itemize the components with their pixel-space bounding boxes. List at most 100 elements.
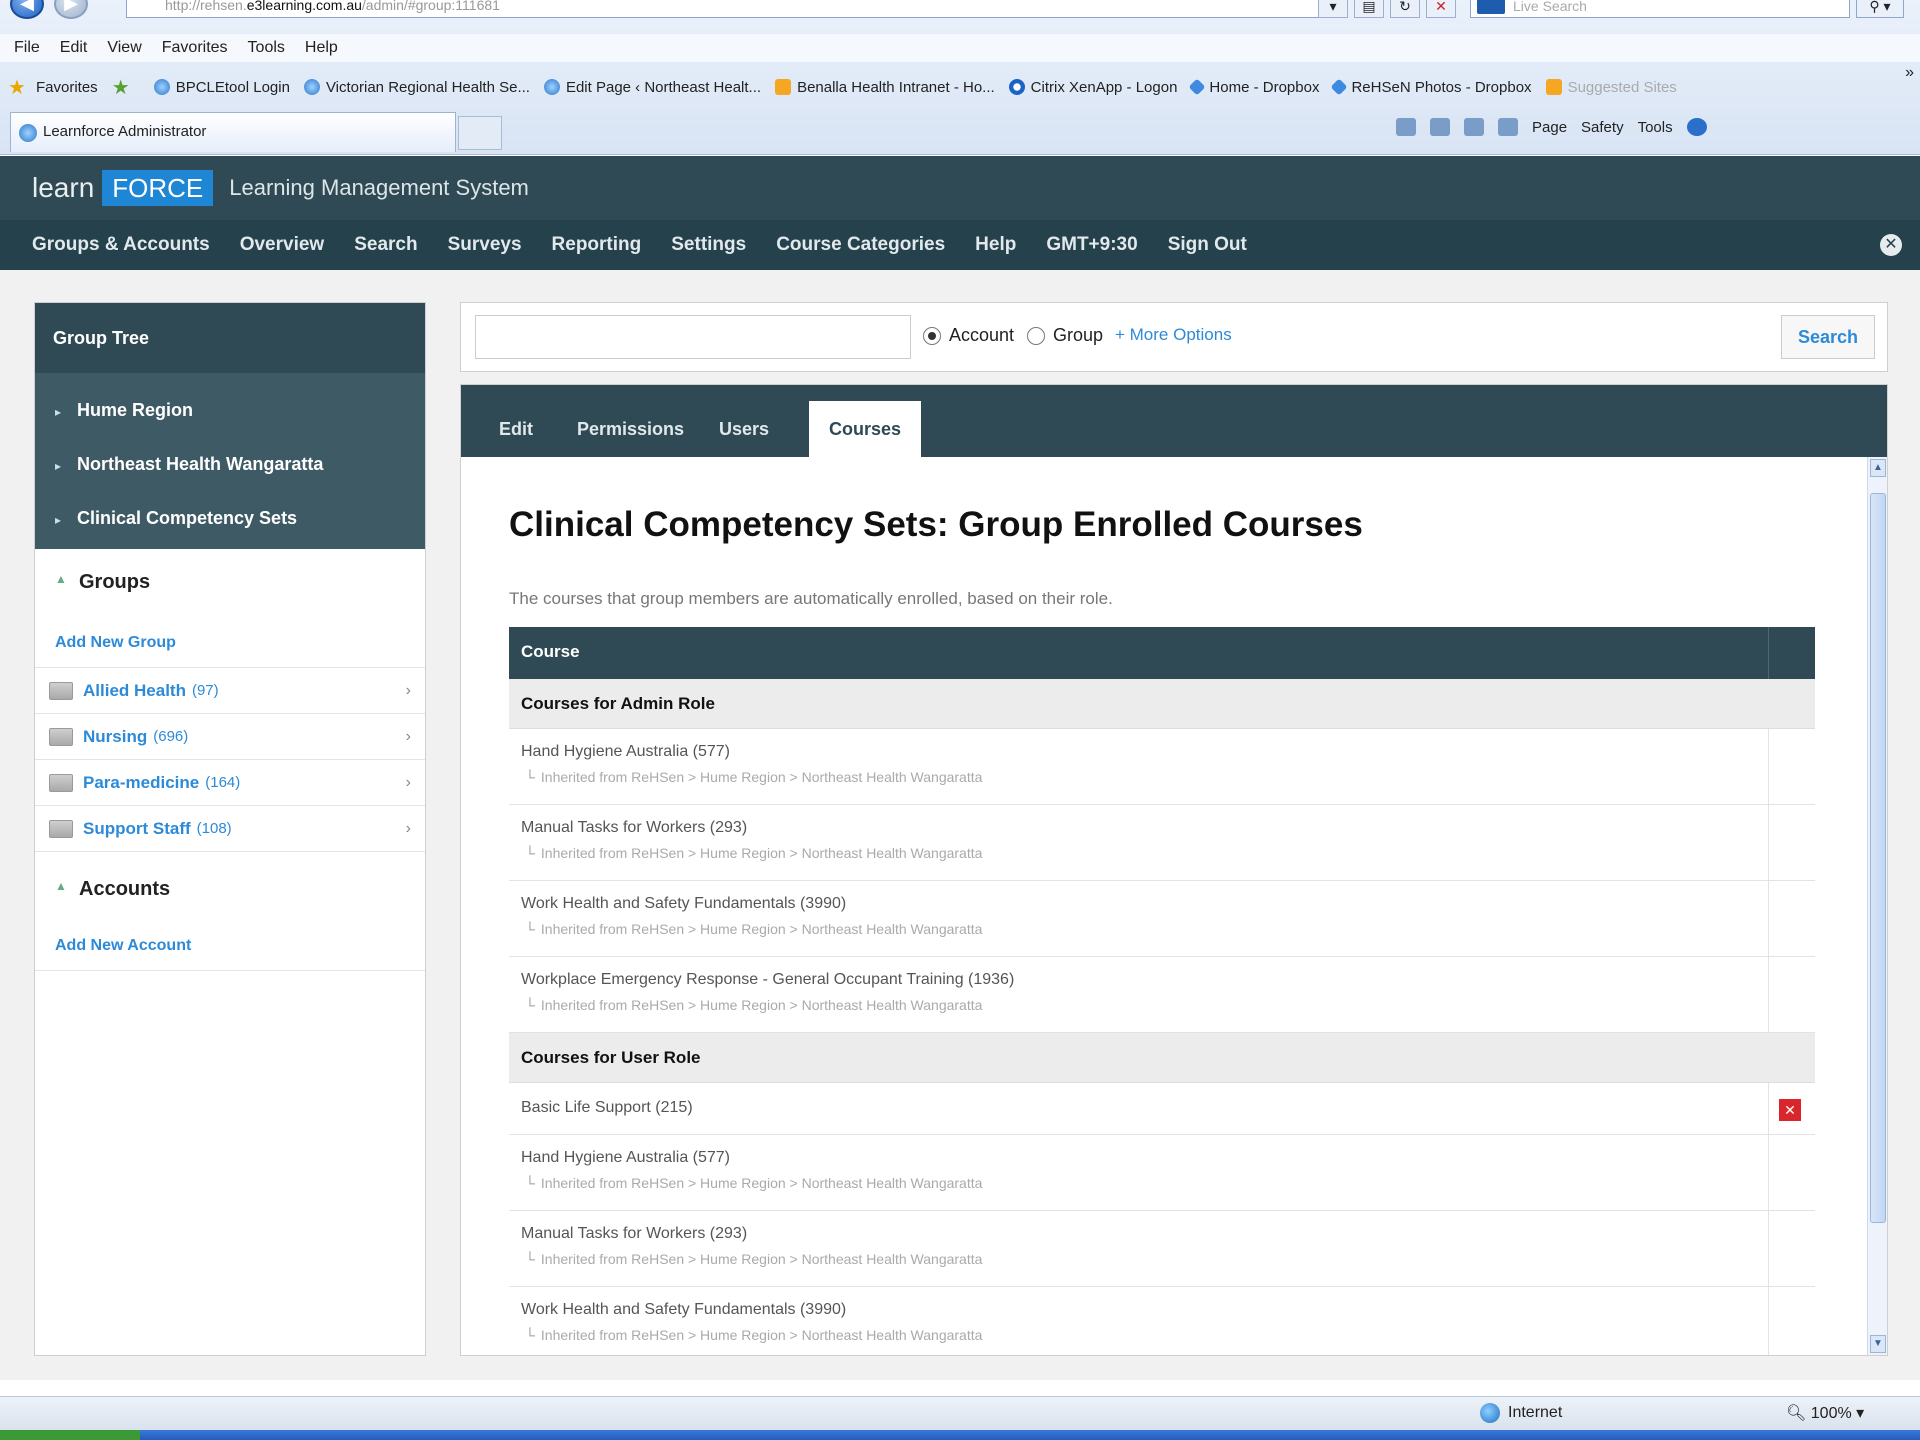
- favorite-link[interactable]: Victorian Regional Health Se...: [303, 78, 530, 96]
- close-icon[interactable]: ✕: [1880, 234, 1902, 256]
- tab-users[interactable]: Users: [699, 401, 789, 457]
- nav-timezone[interactable]: GMT+9:30: [1046, 234, 1137, 256]
- app-logo[interactable]: learn FORCE Learning Management System: [32, 170, 529, 206]
- chevron-down-icon: ▾: [1856, 1405, 1865, 1422]
- start-button[interactable]: [0, 1430, 140, 1440]
- search-input[interactable]: [475, 315, 911, 359]
- add-new-account-link[interactable]: Add New Account: [35, 922, 425, 970]
- ie-icon: [19, 124, 37, 142]
- new-tab-button[interactable]: [458, 116, 502, 150]
- back-button[interactable]: ◀: [10, 0, 44, 19]
- browser-tab-title: Learnforce Administrator: [43, 123, 207, 140]
- corner-icon: └: [525, 921, 535, 937]
- remove-course-button[interactable]: ✕: [1779, 1099, 1801, 1121]
- forward-button[interactable]: ▶: [54, 0, 88, 19]
- menu-file[interactable]: File: [14, 39, 40, 57]
- course-name: Work Health and Safety Fundamentals (399…: [521, 1301, 847, 1318]
- favorite-label: Victorian Regional Health Se...: [325, 78, 530, 96]
- scroll-up-icon[interactable]: ▲: [1870, 459, 1886, 477]
- nav-surveys[interactable]: Surveys: [448, 234, 522, 256]
- add-new-group-link[interactable]: Add New Group: [35, 619, 425, 667]
- favorite-link[interactable]: Benalla Health Intranet - Ho...: [775, 79, 995, 96]
- app-header: learn FORCE Learning Management System: [0, 156, 1920, 220]
- help-icon[interactable]: [1686, 118, 1707, 136]
- nav-sign-out[interactable]: Sign Out: [1168, 234, 1247, 256]
- favorites-button[interactable]: ★ Favorites: [8, 75, 98, 100]
- groups-heading: Groups: [79, 571, 151, 593]
- browser-tab[interactable]: Learnforce Administrator: [10, 112, 456, 152]
- nav-overview[interactable]: Overview: [240, 234, 325, 256]
- vertical-scrollbar[interactable]: ▲ ▼: [1867, 457, 1887, 1355]
- browser-chrome: ◀ ▶ http://rehsen.e3learning.com.au/admi…: [0, 0, 1920, 155]
- favorite-link[interactable]: Edit Page ‹ Northeast Healt...: [543, 79, 761, 96]
- tab-edit[interactable]: Edit: [479, 401, 553, 457]
- group-row-allied-health[interactable]: Allied Health (97) ›: [35, 667, 425, 713]
- nav-settings[interactable]: Settings: [671, 234, 746, 256]
- dropdown-icon[interactable]: ▾: [1318, 0, 1348, 18]
- tree-item-hume-region[interactable]: ▸ Hume Region: [35, 383, 425, 437]
- favorite-link[interactable]: Home - Dropbox: [1188, 78, 1319, 96]
- group-row-support-staff[interactable]: Support Staff (108) ›: [35, 805, 425, 851]
- scroll-thumb[interactable]: [1870, 493, 1886, 1223]
- group-row-nursing[interactable]: Nursing (696) ›: [35, 713, 425, 759]
- group-name: Allied Health: [83, 680, 186, 700]
- chevron-right-icon: ›: [405, 681, 411, 699]
- favorite-link[interactable]: ReHSeN Photos - Dropbox: [1330, 78, 1532, 96]
- content-panel: Edit Permissions Users Courses Clinical …: [460, 384, 1888, 1356]
- command-bar: Page Safety Tools: [1396, 118, 1707, 136]
- print-icon[interactable]: [1498, 118, 1518, 136]
- corner-icon: └: [525, 845, 535, 861]
- command-safety[interactable]: Safety: [1581, 119, 1624, 136]
- group-tree: ▸ Hume Region ▸ Northeast Health Wangaratt…: [35, 373, 425, 549]
- favorite-link[interactable]: Suggested Sites: [1545, 79, 1677, 96]
- inherited-note: └ Inherited from ReHSen > Hume Region > N…: [521, 1327, 1815, 1343]
- radio-group[interactable]: Group: [1027, 325, 1103, 346]
- overflow-chevron-icon[interactable]: »: [1905, 64, 1914, 82]
- group-row-para-medicine[interactable]: Para-medicine (164) ›: [35, 759, 425, 805]
- nav-groups-accounts[interactable]: Groups & Accounts: [32, 234, 210, 256]
- zoom-control[interactable]: 🔍︎ 100% ▾: [1786, 1403, 1864, 1423]
- tab-permissions[interactable]: Permissions: [557, 401, 704, 457]
- menu-view[interactable]: View: [107, 39, 141, 57]
- favorite-label: Benalla Health Intranet - Ho...: [797, 78, 995, 96]
- tab-courses[interactable]: Courses: [809, 401, 922, 457]
- groups-section-toggle[interactable]: ▲ Groups: [35, 549, 425, 619]
- tree-item-clinical-competency[interactable]: ▸ Clinical Competency Sets: [35, 491, 425, 545]
- menu-tools[interactable]: Tools: [248, 39, 285, 57]
- search-go-button[interactable]: ⚲ ▾: [1856, 0, 1904, 18]
- command-tools[interactable]: Tools: [1638, 119, 1673, 136]
- course-name: Hand Hygiene Australia (577): [521, 1149, 731, 1166]
- logo-force: FORCE: [102, 170, 214, 206]
- dropbox-icon: [1188, 78, 1206, 96]
- accounts-section-toggle[interactable]: ▲ Accounts: [35, 852, 425, 922]
- table-row: Work Health and Safety Fundamentals (399…: [509, 881, 1815, 957]
- mail-icon[interactable]: [1464, 118, 1484, 136]
- favorite-label: ReHSeN Photos - Dropbox: [1351, 78, 1532, 96]
- home-icon[interactable]: [1396, 118, 1416, 136]
- feeds-icon[interactable]: [1430, 118, 1450, 136]
- favorite-link[interactable]: BPCLEtool Login: [153, 79, 290, 96]
- scroll-down-icon[interactable]: ▼: [1870, 1335, 1886, 1353]
- nav-help[interactable]: Help: [975, 234, 1016, 256]
- course-name: Manual Tasks for Workers (293): [521, 819, 748, 836]
- favorite-label: Citrix XenApp - Logon: [1030, 78, 1178, 96]
- menu-edit[interactable]: Edit: [60, 39, 88, 57]
- stop-icon[interactable]: ✕: [1426, 0, 1456, 18]
- nav-reporting[interactable]: Reporting: [552, 234, 642, 256]
- nav-course-categories[interactable]: Course Categories: [776, 234, 945, 256]
- search-button[interactable]: Search: [1781, 315, 1875, 359]
- favorite-link[interactable]: Citrix XenApp - Logon: [1008, 78, 1178, 96]
- add-favorite-button[interactable]: ★: [112, 75, 140, 100]
- address-bar[interactable]: http://rehsen.e3learning.com.au/admin/#g…: [126, 0, 1336, 18]
- compat-icon[interactable]: ▤: [1354, 0, 1384, 18]
- more-options-link[interactable]: + More Options: [1115, 325, 1232, 345]
- refresh-icon[interactable]: ↻: [1390, 0, 1420, 18]
- nav-search[interactable]: Search: [354, 234, 417, 256]
- table-row: Basic Life Support (215) ✕: [509, 1083, 1815, 1135]
- live-search-input[interactable]: Live Search: [1470, 0, 1850, 18]
- menu-help[interactable]: Help: [305, 39, 338, 57]
- command-page[interactable]: Page: [1532, 119, 1567, 136]
- menu-favorites[interactable]: Favorites: [162, 39, 228, 57]
- tree-item-northeast-health[interactable]: ▸ Northeast Health Wangaratta: [35, 437, 425, 491]
- radio-account[interactable]: Account: [923, 325, 1014, 346]
